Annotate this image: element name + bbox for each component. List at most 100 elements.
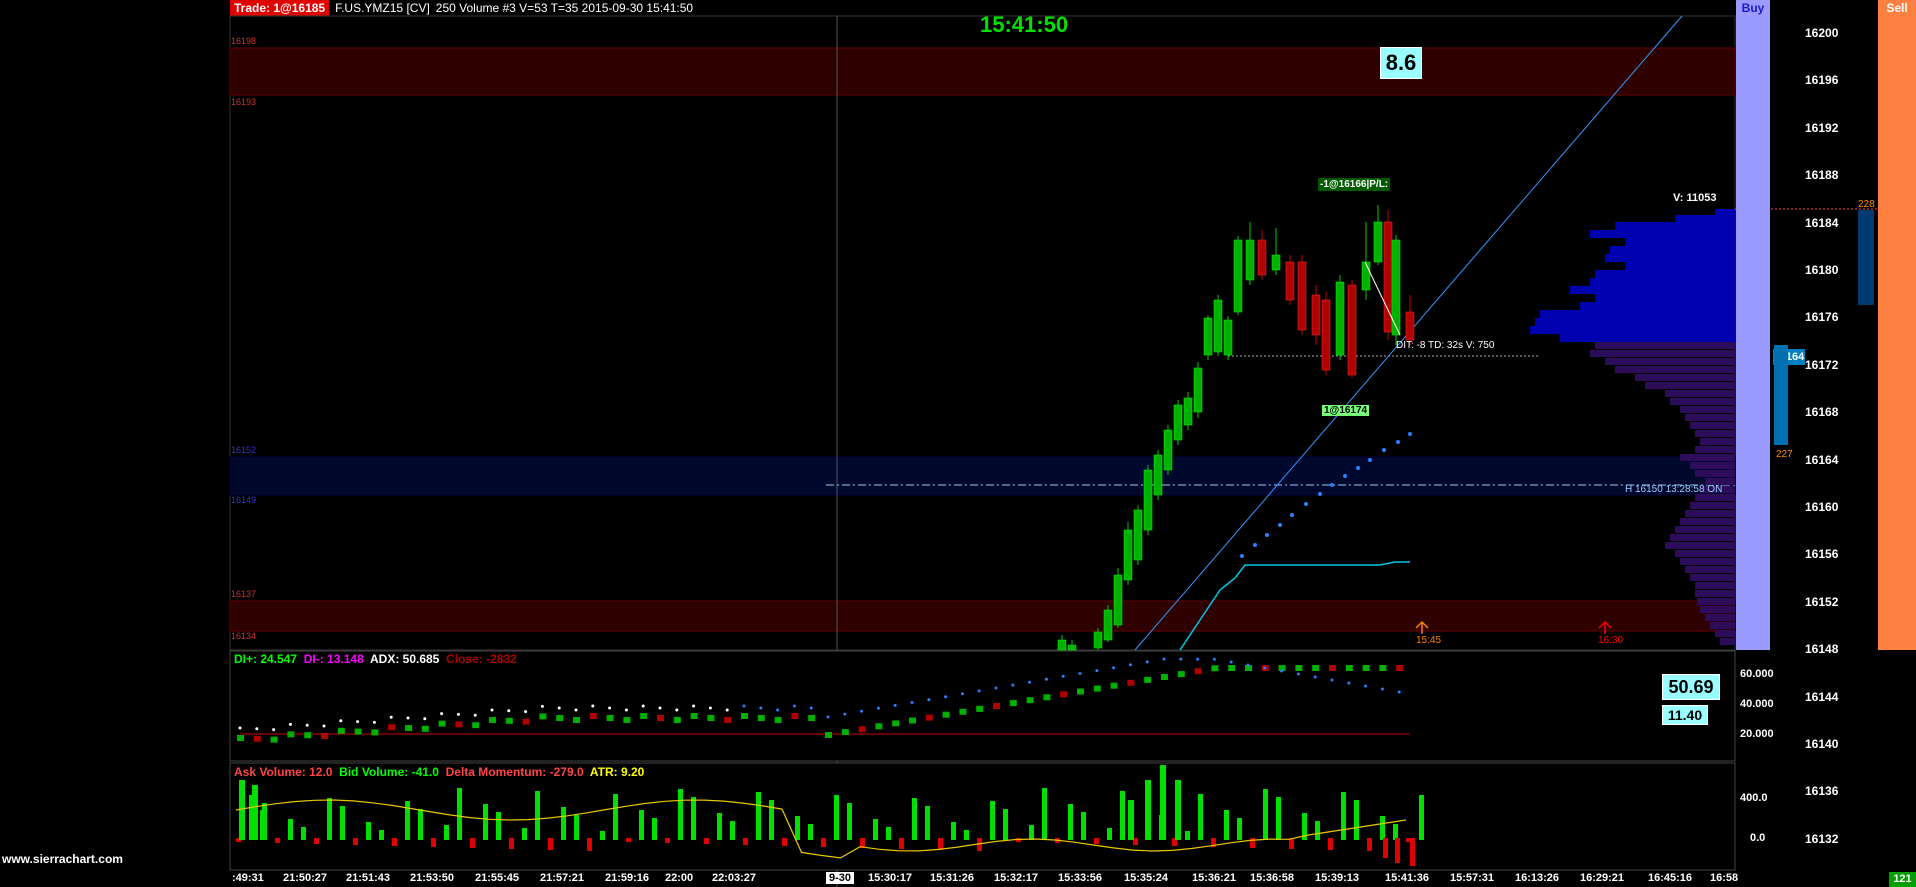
adx-axis-60: 60.000 <box>1740 668 1774 680</box>
sell-button[interactable]: Sell <box>1878 0 1916 650</box>
vol-bar <box>1224 810 1229 840</box>
adx-bar <box>959 708 967 715</box>
adx-bar <box>606 715 614 721</box>
vol-bar <box>587 838 592 851</box>
adx-dot <box>944 695 948 699</box>
candle-body <box>1311 294 1321 336</box>
time-label: :49:31 <box>232 872 264 884</box>
adx-bar <box>1345 665 1353 671</box>
fill-tag[interactable]: 1@16174 <box>1322 405 1370 416</box>
profile-bar-blue <box>1535 318 1735 326</box>
profile-bar-low <box>1695 470 1735 477</box>
adx-dot <box>1246 663 1250 667</box>
profile-bar-blue <box>1590 230 1735 238</box>
dot <box>1356 466 1360 470</box>
time-label: 16:29:21 <box>1580 872 1625 884</box>
candle-body <box>1093 631 1103 649</box>
adx-dot <box>1061 674 1065 678</box>
vol-bar <box>1395 838 1400 863</box>
candle-body <box>1257 239 1267 276</box>
vol-bar <box>1185 831 1190 840</box>
profile-bar-low <box>1665 542 1735 549</box>
adx-dot <box>994 686 998 690</box>
adx-bar <box>1228 665 1236 671</box>
price-label-16160: 16160 <box>1805 500 1839 514</box>
vol-bar <box>951 822 956 840</box>
adx-bar <box>1144 676 1152 683</box>
vol-bar <box>314 838 319 844</box>
time-label: 15:30:17 <box>868 872 913 884</box>
adx-dot <box>440 712 444 716</box>
vol-bar <box>327 798 332 840</box>
adx-bar <box>1026 697 1034 704</box>
dom-ask-column[interactable] <box>1858 210 1874 305</box>
adx-dot <box>624 708 628 712</box>
profile-bar-blue <box>1580 302 1735 310</box>
time-label: 16:13:26 <box>1515 872 1560 884</box>
profile-bar-blue <box>1595 270 1735 278</box>
vol-bar <box>1094 838 1099 844</box>
adx-dot <box>692 704 696 708</box>
profile-bar-blue <box>1625 238 1735 246</box>
adx-dot <box>977 689 981 693</box>
brand-link[interactable]: www.sierrachart.com <box>2 852 123 866</box>
adx-bar <box>505 717 513 724</box>
zone-red-top <box>229 47 1736 96</box>
profile-bar-blue <box>1625 262 1735 270</box>
adx-bar <box>438 720 446 727</box>
candle-body <box>1297 261 1307 331</box>
vol-bar <box>1003 809 1008 840</box>
vol-bar <box>1380 816 1385 840</box>
adx-dot <box>507 709 511 713</box>
vol-bar <box>1341 792 1346 840</box>
vol-bar <box>639 810 644 840</box>
dom-bid-column[interactable] <box>1774 345 1788 445</box>
buy-button[interactable]: Buy <box>1736 0 1770 650</box>
adx-dot <box>725 708 729 712</box>
vol-bar <box>1276 797 1281 840</box>
adx-bar <box>993 703 1000 709</box>
adx-bar <box>253 735 261 742</box>
vol-bar <box>1393 824 1398 840</box>
vol-bar <box>795 816 800 840</box>
adx-dot <box>1364 684 1368 688</box>
position-label[interactable]: -1@16166|P/L: <box>1318 178 1391 191</box>
adx-bar <box>539 713 547 720</box>
adx-dot <box>843 712 847 716</box>
vol-bar <box>847 803 852 840</box>
adx-dot <box>960 692 964 696</box>
time-label: 15:41:36 <box>1385 872 1430 884</box>
adx-dot <box>1028 680 1032 684</box>
di-plus-label: DI+: 24.547 <box>234 652 298 666</box>
vol-bar <box>496 812 501 840</box>
adx-dot <box>1112 666 1116 670</box>
candle-body <box>1153 454 1163 496</box>
zone-red-bottom <box>229 600 1736 632</box>
price-panel-frame <box>229 15 1736 651</box>
time-label: 21:53:50 <box>410 872 455 884</box>
adx-bar <box>892 720 900 727</box>
chart-canvas[interactable] <box>0 0 1916 887</box>
dot <box>1290 513 1294 517</box>
vol-bar <box>1354 800 1359 840</box>
dot <box>1304 502 1308 506</box>
adx-dot <box>641 704 645 708</box>
candle-body <box>1123 529 1133 581</box>
time-label: 22:03:27 <box>712 872 757 884</box>
adx-dot <box>759 706 763 710</box>
dot <box>1382 448 1386 452</box>
adx-dot <box>742 704 746 708</box>
adx-bar <box>405 725 412 731</box>
h-line-label: H 16150 13:28:58 ON <box>1625 484 1723 495</box>
time-label: 15:36:21 <box>1192 872 1237 884</box>
adx-dot <box>826 715 830 719</box>
adx-bar <box>237 735 244 741</box>
di-minus-label: DI-: 13.148 <box>303 652 364 666</box>
candle-body <box>1233 239 1243 313</box>
zone-label-4: 16149 <box>231 495 257 505</box>
profile-bar-blue <box>1615 222 1735 230</box>
adx-bar <box>522 718 530 725</box>
adx-bar <box>1009 700 1017 707</box>
price-label-16200: 16200 <box>1805 26 1839 40</box>
adx-bar <box>657 715 664 721</box>
